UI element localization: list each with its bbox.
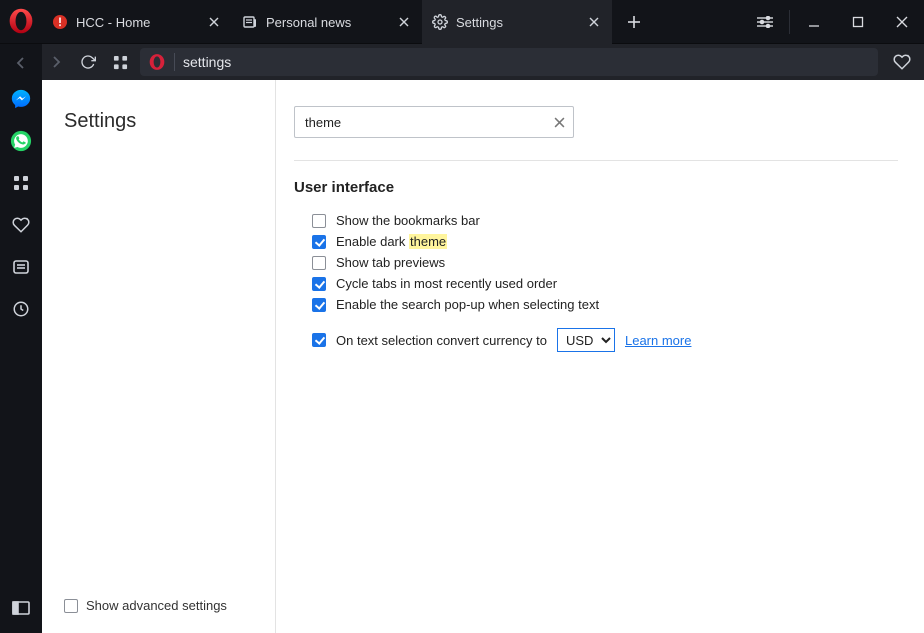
- tab-label: Personal news: [266, 15, 390, 30]
- close-icon[interactable]: [206, 14, 222, 30]
- option-label: Enable dark theme: [336, 234, 447, 249]
- start-page-button[interactable]: [106, 48, 134, 76]
- tab-label: HCC - Home: [76, 15, 200, 30]
- sidebar-toggle-icon[interactable]: [10, 597, 32, 619]
- left-sidebar: [0, 44, 42, 633]
- option-checkbox[interactable]: [312, 298, 326, 312]
- tab-settings[interactable]: Settings: [422, 0, 612, 44]
- option-row[interactable]: Show tab previews: [294, 252, 898, 273]
- messenger-icon[interactable]: [10, 88, 32, 110]
- reload-button[interactable]: [74, 48, 102, 76]
- window-close-button[interactable]: [880, 0, 924, 44]
- option-row[interactable]: Show the bookmarks bar: [294, 210, 898, 231]
- option-label: Show tab previews: [336, 255, 445, 270]
- option-label: Cycle tabs in most recently used order: [336, 276, 557, 291]
- currency-select[interactable]: USD: [557, 328, 615, 352]
- page-title: Settings: [64, 110, 275, 133]
- settings-sidebar: Settings Show advanced settings: [42, 80, 276, 633]
- option-checkbox[interactable]: [312, 256, 326, 270]
- option-currency-convert: On text selection convert currency to US…: [294, 325, 898, 355]
- option-checkbox[interactable]: [312, 277, 326, 291]
- history-icon[interactable]: [10, 298, 32, 320]
- settings-main: User interface Show the bookmarks bar Ena…: [276, 80, 924, 633]
- tab-strip: HCC - Home Personal news Settings: [42, 0, 743, 43]
- speed-dial-icon[interactable]: [10, 172, 32, 194]
- tab-label: Settings: [456, 15, 580, 30]
- address-input[interactable]: [183, 54, 870, 70]
- advanced-checkbox[interactable]: [64, 599, 78, 613]
- option-row[interactable]: Cycle tabs in most recently used order: [294, 273, 898, 294]
- tab-personal-news[interactable]: Personal news: [232, 0, 422, 44]
- currency-label: On text selection convert currency to: [336, 333, 547, 348]
- address-bar[interactable]: [140, 48, 878, 76]
- navigation-toolbar: [42, 44, 924, 80]
- close-icon[interactable]: [396, 14, 412, 30]
- option-row[interactable]: Enable dark theme: [294, 231, 898, 252]
- opera-badge-icon: [148, 53, 166, 71]
- close-icon[interactable]: [586, 14, 602, 30]
- option-label: Show the bookmarks bar: [336, 213, 480, 228]
- bookmarks-heart-icon[interactable]: [10, 214, 32, 236]
- section-heading: User interface: [294, 179, 898, 196]
- advanced-label: Show advanced settings: [86, 598, 227, 613]
- window-maximize-button[interactable]: [836, 0, 880, 44]
- tab-hcc-home[interactable]: HCC - Home: [42, 0, 232, 44]
- gear-icon: [432, 14, 448, 30]
- personal-news-icon[interactable]: [10, 256, 32, 278]
- option-checkbox[interactable]: [312, 235, 326, 249]
- nav-back-button[interactable]: [6, 48, 36, 78]
- learn-more-link[interactable]: Learn more: [625, 333, 691, 348]
- option-row[interactable]: Enable the search pop-up when selecting …: [294, 294, 898, 315]
- bookmark-page-button[interactable]: [888, 48, 916, 76]
- currency-checkbox[interactable]: [312, 333, 326, 347]
- show-advanced-settings-checkbox[interactable]: Show advanced settings: [64, 582, 275, 633]
- window-minimize-button[interactable]: [792, 0, 836, 44]
- settings-search-input[interactable]: [294, 106, 574, 138]
- opera-logo-icon: [7, 7, 35, 35]
- whatsapp-icon[interactable]: [10, 130, 32, 152]
- nav-forward-button[interactable]: [42, 48, 70, 76]
- new-tab-button[interactable]: [612, 0, 656, 43]
- option-label: Enable the search pop-up when selecting …: [336, 297, 599, 312]
- easy-setup-icon[interactable]: [743, 0, 787, 44]
- clear-search-icon[interactable]: [550, 113, 568, 131]
- option-checkbox[interactable]: [312, 214, 326, 228]
- news-icon: [242, 14, 258, 30]
- warning-badge-icon: [52, 14, 68, 30]
